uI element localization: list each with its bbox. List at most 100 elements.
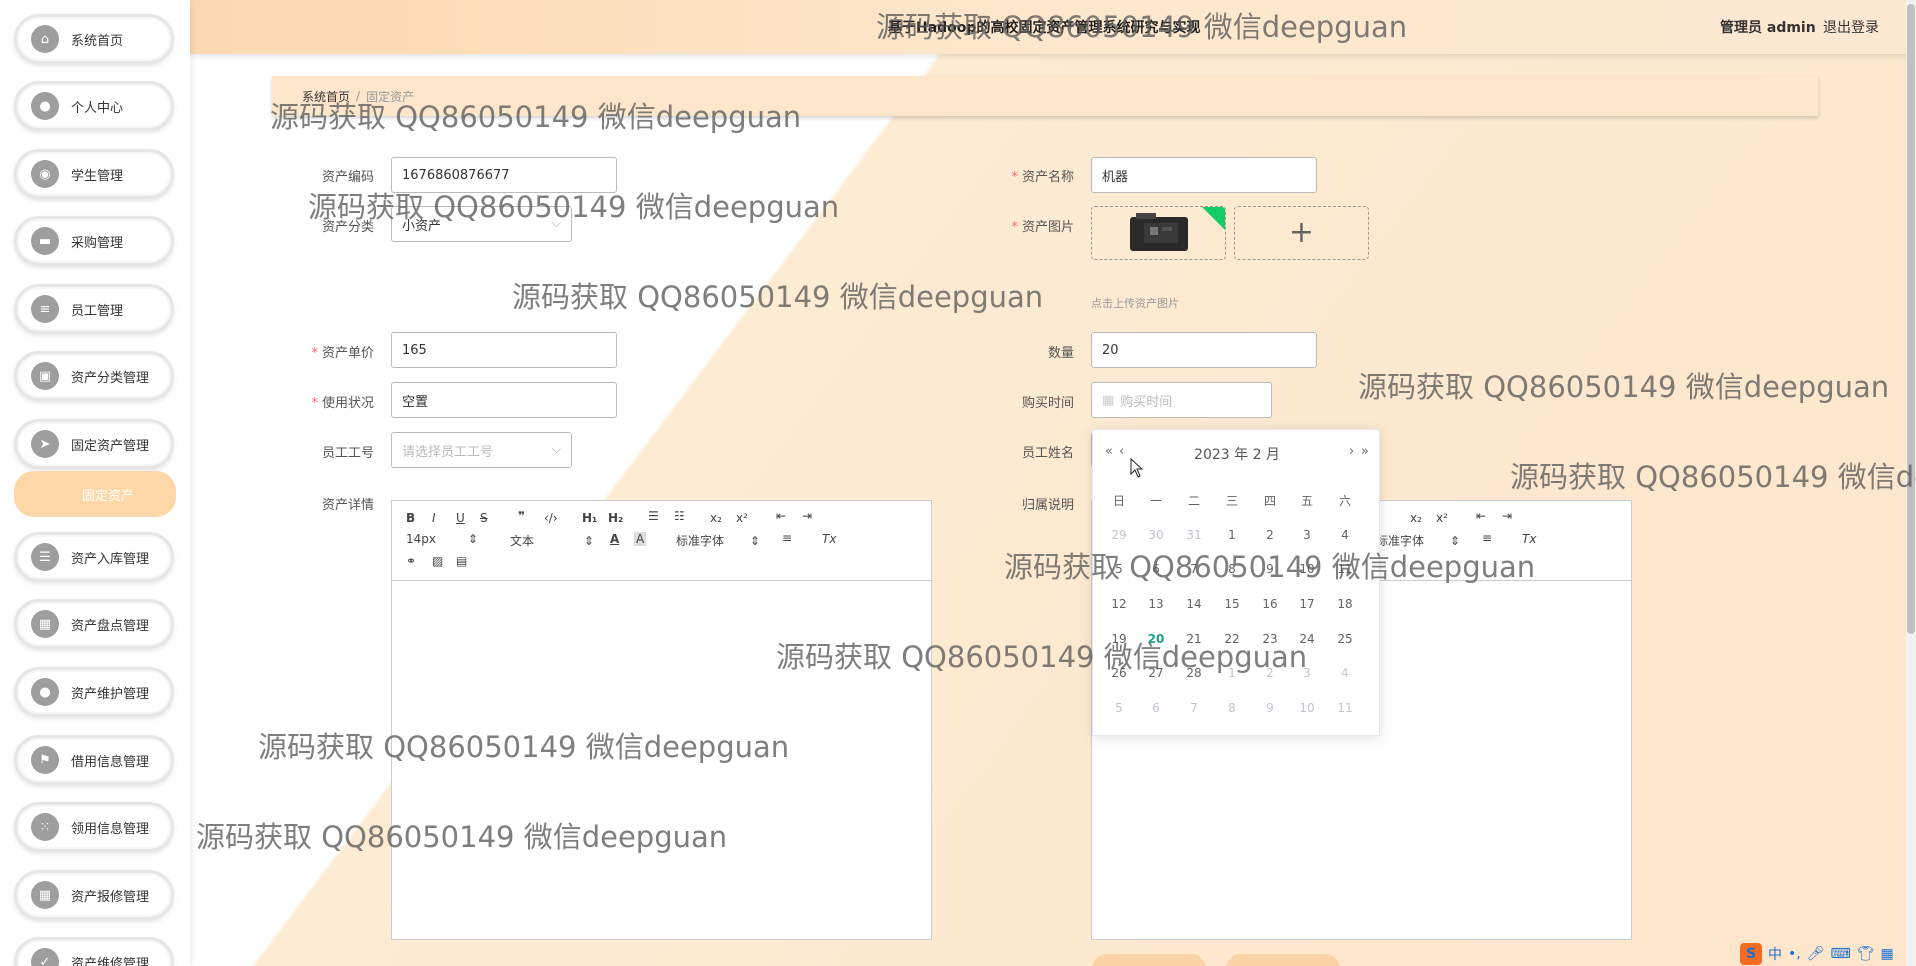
purchase-time-input[interactable]: ▦ 购买时间 bbox=[1091, 382, 1272, 418]
sidebar-item-employees[interactable]: ≡ 员工管理 bbox=[14, 284, 174, 334]
asset-code-input[interactable]: 1676860876677 bbox=[391, 157, 617, 193]
outdent-button[interactable]: ⇤ bbox=[776, 509, 786, 523]
calendar-day[interactable]: 8 bbox=[1213, 701, 1251, 715]
calendar-day[interactable]: 10 bbox=[1288, 562, 1326, 576]
calendar-day[interactable]: 29 bbox=[1100, 528, 1138, 542]
font-color-button[interactable]: A bbox=[610, 532, 619, 546]
video-icon[interactable]: ▤ bbox=[456, 554, 467, 568]
cancel-button[interactable] bbox=[1226, 954, 1340, 966]
calendar-day[interactable]: 5 bbox=[1100, 701, 1138, 715]
sidebar-item-maintenance[interactable]: ● 资产维护管理 bbox=[14, 667, 174, 717]
calendar-day[interactable]: 21 bbox=[1175, 632, 1213, 646]
calendar-day[interactable]: 11 bbox=[1326, 701, 1364, 715]
bullet-list-button[interactable]: ☷ bbox=[674, 509, 685, 523]
asset-price-input[interactable]: 165 bbox=[391, 332, 617, 368]
font-size-select[interactable]: 14px ⇕ bbox=[406, 532, 478, 546]
ime-language[interactable]: 中 bbox=[1768, 944, 1782, 964]
calendar-day[interactable]: 26 bbox=[1100, 666, 1138, 680]
ordered-list-button[interactable]: ☰ bbox=[648, 509, 659, 523]
asset-category-select[interactable]: 小资产 ⌵ bbox=[391, 206, 572, 242]
calendar-day[interactable]: 4 bbox=[1326, 666, 1364, 680]
calendar-day[interactable]: 19 bbox=[1100, 632, 1138, 646]
sidebar-item-inventory[interactable]: ▦ 资产盘点管理 bbox=[14, 599, 174, 649]
calendar-day[interactable]: 3 bbox=[1288, 528, 1326, 542]
calendar-day[interactable]: 7 bbox=[1175, 701, 1213, 715]
align-button[interactable]: ≡ bbox=[782, 531, 792, 545]
calendar-day[interactable]: 28 bbox=[1175, 666, 1213, 680]
text-type-select[interactable]: 文本 ⇕ bbox=[510, 532, 594, 549]
link-icon[interactable]: ⚭ bbox=[406, 554, 416, 568]
font-family-select[interactable]: 标准字体 ⇕ bbox=[1376, 532, 1460, 549]
employee-id-select[interactable]: 请选择员工工号 ⌵ bbox=[391, 432, 572, 468]
sidebar-item-purchase[interactable]: ▬ 采购管理 bbox=[14, 216, 174, 266]
image-icon[interactable]: ▨ bbox=[432, 554, 443, 568]
calendar-day[interactable]: 16 bbox=[1251, 597, 1289, 611]
underline-button[interactable]: U bbox=[456, 511, 465, 525]
superscript-button[interactable]: x² bbox=[1436, 511, 1448, 525]
calendar-day[interactable]: 3 bbox=[1288, 666, 1326, 680]
calendar-day[interactable]: 30 bbox=[1137, 528, 1175, 542]
calendar-day[interactable]: 2 bbox=[1251, 666, 1289, 680]
quantity-input[interactable]: 20 bbox=[1091, 332, 1317, 368]
calendar-day[interactable]: 6 bbox=[1137, 562, 1175, 576]
superscript-button[interactable]: x² bbox=[736, 511, 748, 525]
background-color-button[interactable]: A bbox=[634, 532, 647, 546]
calendar-day[interactable]: 31 bbox=[1175, 528, 1213, 542]
usage-status-input[interactable]: 空置 bbox=[391, 382, 617, 418]
code-button[interactable]: ‹/› bbox=[544, 511, 558, 525]
align-button[interactable]: ≡ bbox=[1482, 531, 1492, 545]
calendar-day[interactable]: 11 bbox=[1326, 562, 1364, 576]
sidebar-item-repair-request[interactable]: ▦ 资产报修管理 bbox=[14, 870, 174, 920]
subscript-button[interactable]: x₂ bbox=[710, 511, 722, 525]
strike-button[interactable]: S bbox=[480, 511, 488, 525]
calendar-day[interactable]: 24 bbox=[1288, 632, 1326, 646]
calendar-day[interactable]: 14 bbox=[1175, 597, 1213, 611]
calendar-day[interactable]: 9 bbox=[1251, 562, 1289, 576]
bold-button[interactable]: B bbox=[406, 511, 415, 525]
breadcrumb-home[interactable]: 系统首页 bbox=[302, 88, 350, 105]
calendar-day[interactable]: 1 bbox=[1213, 666, 1251, 680]
sidebar-item-requisition[interactable]: ⁙ 领用信息管理 bbox=[14, 802, 174, 852]
sidebar-item-fixed-assets[interactable]: ➤ 固定资产管理 bbox=[14, 419, 174, 469]
sidebar-item-asset-category[interactable]: ▣ 资产分类管理 bbox=[14, 351, 174, 401]
keyboard-icon[interactable]: ⌨ bbox=[1831, 946, 1851, 962]
calendar-day[interactable]: 22 bbox=[1213, 632, 1251, 646]
next-month-button[interactable]: › bbox=[1349, 444, 1354, 459]
submit-button[interactable] bbox=[1092, 954, 1206, 966]
calendar-day[interactable]: 7 bbox=[1175, 562, 1213, 576]
sidebar-item-home[interactable]: ⌂ 系统首页 bbox=[14, 14, 174, 64]
indent-button[interactable]: ⇥ bbox=[802, 509, 812, 523]
sidebar-item-profile[interactable]: ● 个人中心 bbox=[14, 81, 174, 131]
calendar-day[interactable]: 5 bbox=[1100, 562, 1138, 576]
next-year-button[interactable]: » bbox=[1361, 444, 1369, 459]
logout-link[interactable]: 退出登录 bbox=[1823, 17, 1879, 37]
calendar-day[interactable]: 15 bbox=[1213, 597, 1251, 611]
calendar-day[interactable]: 27 bbox=[1137, 666, 1175, 680]
scrollbar-thumb[interactable] bbox=[1907, 4, 1915, 634]
h1-button[interactable]: H₁ bbox=[582, 511, 597, 525]
punctuation-icon[interactable]: •, bbox=[1788, 946, 1801, 962]
italic-button[interactable]: I bbox=[432, 511, 436, 525]
calendar-day[interactable]: 25 bbox=[1326, 632, 1364, 646]
uploaded-asset-image[interactable] bbox=[1091, 206, 1226, 260]
clear-format-button[interactable]: Tx bbox=[822, 532, 836, 546]
calendar-day[interactable]: 1 bbox=[1213, 528, 1251, 542]
sidebar-item-borrow[interactable]: ⚑ 借用信息管理 bbox=[14, 735, 174, 785]
calendar-day[interactable]: 23 bbox=[1251, 632, 1289, 646]
calendar-day[interactable]: 6 bbox=[1137, 701, 1175, 715]
font-family-select[interactable]: 标准字体 ⇕ bbox=[676, 532, 760, 549]
h2-button[interactable]: H₂ bbox=[608, 511, 623, 525]
calendar-day[interactable]: 18 bbox=[1326, 597, 1364, 611]
calendar-day[interactable]: 12 bbox=[1100, 597, 1138, 611]
asset-name-input[interactable]: 机器 bbox=[1091, 157, 1317, 193]
tools-icon[interactable]: ▦ bbox=[1881, 946, 1894, 962]
calendar-day[interactable]: 17 bbox=[1288, 597, 1326, 611]
ime-toolbar[interactable]: S 中 •, 🎤︎ ⌨ 👕︎ ▦ bbox=[1740, 942, 1894, 966]
calendar-day[interactable]: 4 bbox=[1326, 528, 1364, 542]
sidebar-item-students[interactable]: ◉ 学生管理 bbox=[14, 149, 174, 199]
asset-details-editor[interactable]: B I U S ❞ ‹/› H₁ H₂ ☰ ☷ x₂ x² ⇤ ⇥ 14px ⇕… bbox=[391, 500, 932, 940]
upload-button[interactable]: + bbox=[1234, 206, 1369, 260]
calendar-day[interactable]: 20 bbox=[1137, 632, 1175, 646]
calendar-day[interactable]: 8 bbox=[1213, 562, 1251, 576]
calendar-day[interactable]: 10 bbox=[1288, 701, 1326, 715]
